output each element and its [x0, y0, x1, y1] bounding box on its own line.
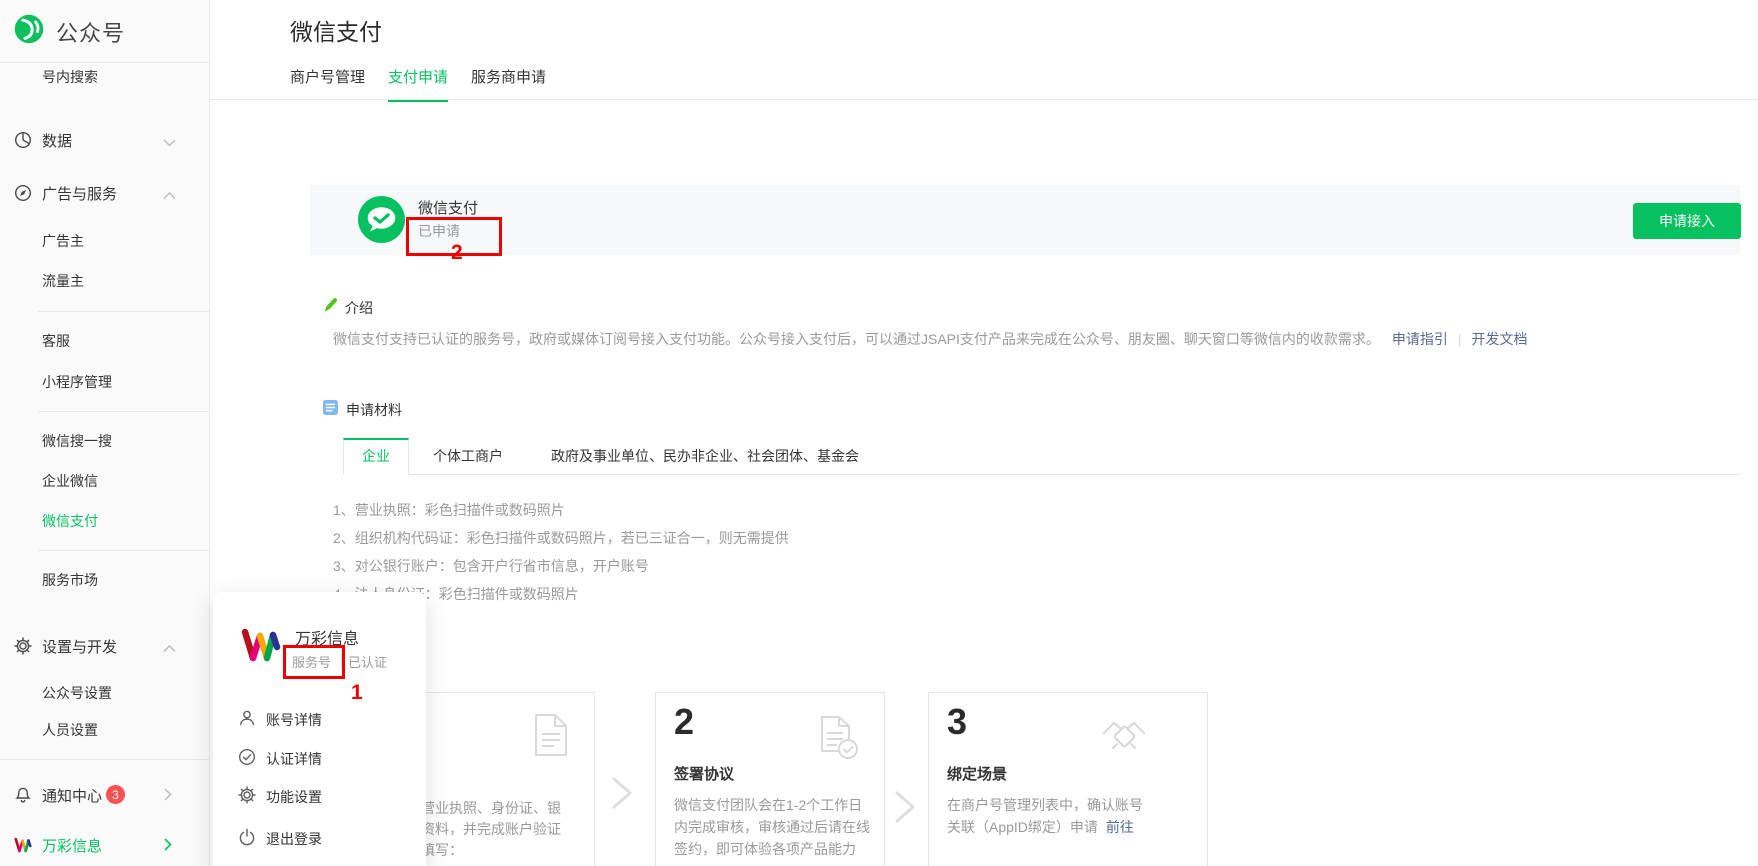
step1-text-fragment: 填写：: [421, 840, 463, 860]
document-icon: [322, 399, 339, 421]
sidebar-divider: [38, 411, 210, 412]
intro-heading: 介绍: [323, 297, 373, 318]
chevron-down-icon: [163, 134, 177, 146]
menu-item-account-details[interactable]: 账号详情: [213, 707, 426, 731]
step-text: 内完成审核，审核通过后请在线: [674, 817, 870, 837]
bell-icon: [14, 786, 32, 804]
sidebar-item-search[interactable]: 号内搜索: [0, 63, 210, 91]
step-text: 关联（AppID绑定）申请: [947, 819, 1098, 835]
annotation-label-2: 2: [451, 241, 463, 265]
sidebar-divider: [38, 311, 210, 312]
pen-icon: [323, 297, 338, 318]
person-icon: [238, 709, 256, 727]
menu-item-logout[interactable]: 退出登录: [213, 826, 426, 850]
menu-item-feature-settings[interactable]: 功能设置: [213, 784, 426, 808]
step-arrow-icon: [893, 790, 917, 829]
link-separator: |: [1458, 331, 1462, 347]
sidebar-item-settings-dev[interactable]: 设置与开发: [0, 632, 210, 660]
banner-title: 微信支付: [418, 197, 478, 218]
step-text: 在商户号管理列表中，确认账号: [947, 795, 1143, 815]
material-item: 1、营业执照：彩色扫描件或数码照片: [333, 500, 565, 520]
compass-icon: [14, 184, 32, 202]
tab-enterprise[interactable]: 企业: [343, 438, 409, 475]
header-divider: [210, 99, 1758, 100]
sidebar-item-wechat-search[interactable]: 微信搜一搜: [0, 427, 210, 455]
dev-docs-link[interactable]: 开发文档: [1472, 331, 1528, 347]
sidebar-item-ads-services[interactable]: 广告与服务: [0, 179, 210, 207]
verified-badge: 已认证: [348, 652, 387, 671]
step-title: 签署协议: [674, 763, 734, 784]
gear-icon: [238, 786, 256, 804]
tab-government-org[interactable]: 政府及事业单位、民办非企业、社会团体、基金会: [527, 438, 883, 474]
wechat-official-account-admin: 公众号 号内搜索 数据 广告与服务 广告主: [0, 0, 1758, 866]
tab-merchant-management[interactable]: 商户号管理: [290, 66, 365, 102]
menu-item-verification-details[interactable]: 认证详情: [213, 746, 426, 770]
sidebar-item-traffic[interactable]: 流量主: [0, 267, 210, 295]
step-card-3: 3 绑定场景 在商户号管理列表中，确认账号 关联（AppID绑定）申请前往: [928, 692, 1208, 866]
annotation-box-1: [283, 645, 345, 679]
sidebar-item-notification-center[interactable]: 通知中心 3: [0, 781, 210, 809]
step-text: 签约，即可体验各项产品能力: [674, 839, 856, 859]
sidebar-item-staff-settings[interactable]: 人员设置: [0, 716, 210, 744]
sidebar-item-data[interactable]: 数据: [0, 126, 210, 154]
chevron-right-icon: [163, 838, 177, 850]
step1-text-fragment: 营业执照、身份证、银: [421, 798, 561, 818]
sidebar-item-wancai-account[interactable]: 万彩信息: [0, 831, 210, 859]
account-popup: 万彩信息 服务号 已认证 账号详情 认证详情 功能设置 退出登录: [213, 592, 426, 866]
sidebar-item-wechat-pay[interactable]: 微信支付: [0, 507, 210, 535]
check-circle-icon: [238, 748, 256, 766]
sidebar-item-wecom[interactable]: 企业微信: [0, 467, 210, 495]
materials-tabs: 企业 个体工商户 政府及事业单位、民办非企业、社会团体、基金会: [343, 438, 1740, 475]
apply-access-button[interactable]: 申请接入: [1633, 203, 1741, 239]
sidebar-item-account-settings[interactable]: 公众号设置: [0, 679, 210, 707]
step-number: 3: [947, 701, 967, 743]
step1-text-fragment: 资料，并完成账户验证: [421, 819, 561, 839]
apply-guide-link[interactable]: 申请指引: [1392, 331, 1448, 347]
goto-link[interactable]: 前往: [1106, 819, 1134, 835]
sidebar-item-customer-service[interactable]: 客服: [0, 327, 210, 355]
gear-icon: [14, 637, 32, 655]
wechat-pay-banner: 微信支付 已申请 申请接入: [310, 185, 1740, 255]
tab-service-provider[interactable]: 服务商申请: [471, 66, 546, 102]
tab-payment-application[interactable]: 支付申请: [388, 66, 448, 102]
intro-text: 微信支付支持已认证的服务号，政府或媒体订阅号接入支付功能。公众号接入支付后，可以…: [333, 331, 1380, 347]
wancai-logo-icon: [241, 627, 281, 667]
sidebar-divider: [0, 759, 210, 760]
step-arrow-icon: [610, 776, 634, 815]
tab-individual-business[interactable]: 个体工商户: [409, 438, 527, 474]
sidebar: 公众号 号内搜索 数据 广告与服务 广告主: [0, 0, 210, 866]
material-item: 3、对公银行账户：包含开户行省市信息，开户账号: [333, 556, 649, 576]
material-item: 2、组织机构代码证：彩色扫描件或数码照片，若已三证合一，则无需提供: [333, 528, 789, 548]
pie-chart-icon: [14, 131, 32, 149]
sidebar-item-service-market[interactable]: 服务市场: [0, 566, 210, 594]
chevron-up-icon: [163, 640, 177, 652]
header-tabs: 商户号管理 支付申请 服务商申请: [290, 66, 546, 102]
handshake-icon: [1101, 717, 1147, 764]
brand-name: 公众号: [56, 16, 125, 48]
step-number: 2: [674, 701, 694, 743]
document-check-icon: [816, 715, 862, 768]
step-text: 微信支付团队会在1-2个工作日: [674, 795, 862, 815]
official-account-logo-icon: [13, 13, 45, 50]
wechat-pay-logo-icon: [358, 196, 405, 243]
sidebar-item-advertiser[interactable]: 广告主: [0, 227, 210, 255]
page-title: 微信支付: [290, 13, 382, 47]
notification-badge: 3: [106, 785, 125, 804]
power-icon: [238, 828, 256, 846]
wancai-logo-icon: [14, 836, 32, 854]
chevron-right-icon: [163, 788, 177, 800]
document-outline-icon: [534, 713, 568, 762]
step-text: 关联（AppID绑定）申请前往: [947, 817, 1134, 837]
sidebar-divider: [38, 550, 210, 551]
step-title: 绑定场景: [947, 763, 1007, 784]
sidebar-item-miniprogram[interactable]: 小程序管理: [0, 368, 210, 396]
intro-text-line: 微信支付支持已认证的服务号，政府或媒体订阅号接入支付功能。公众号接入支付后，可以…: [333, 329, 1528, 349]
step-card-2: 2 签署协议 微信支付团队会在1-2个工作日 内完成审核，审核通过后请在线 签约…: [655, 692, 885, 866]
chevron-up-icon: [163, 187, 177, 199]
brand[interactable]: 公众号: [13, 13, 125, 50]
annotation-label-1: 1: [351, 681, 363, 705]
materials-heading: 申请材料: [322, 399, 402, 421]
